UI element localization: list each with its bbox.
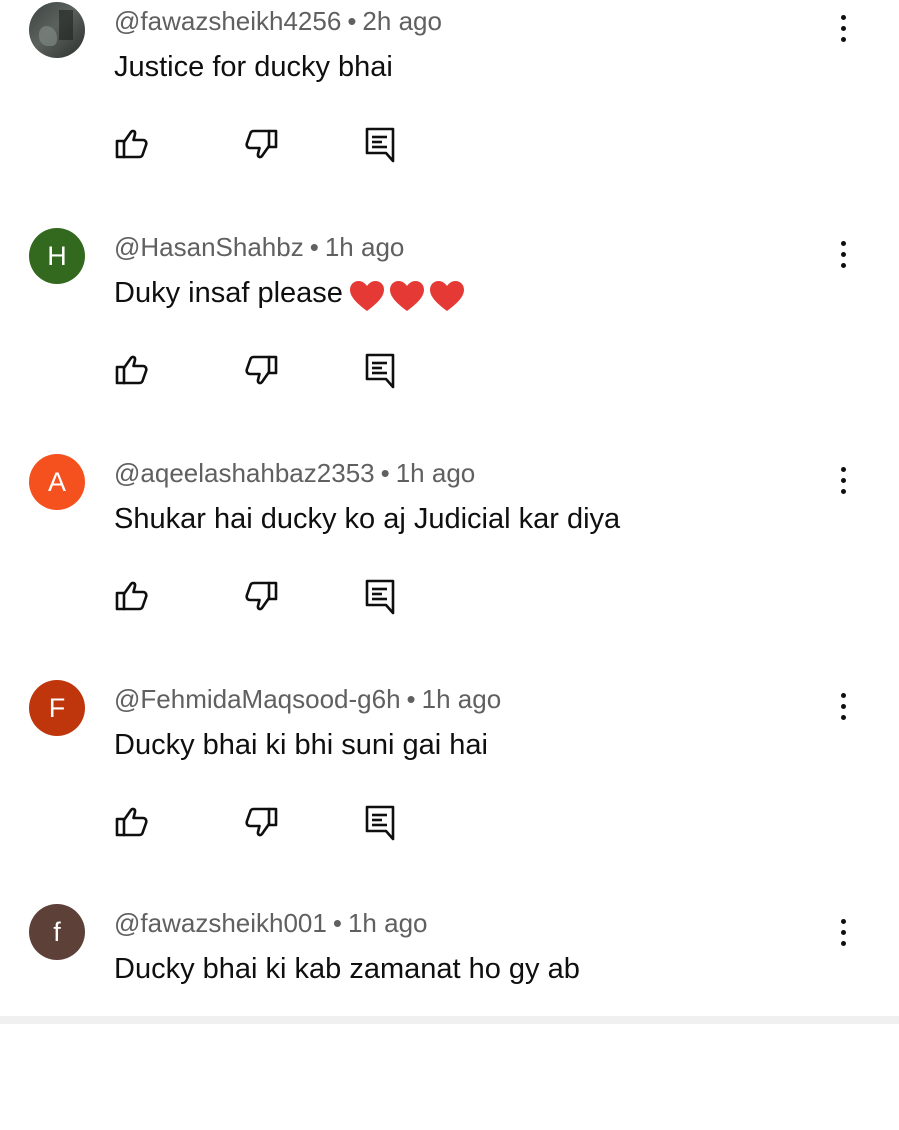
avatar[interactable] — [29, 2, 85, 58]
comment-meta: @FehmidaMaqsood-g6h • 1h ago — [114, 684, 501, 714]
reply-comment-icon[interactable] — [360, 802, 400, 842]
comment-item: F @FehmidaMaqsood-g6h • 1h ago Ducky bhai … — [0, 678, 899, 904]
meta-separator: • — [309, 232, 319, 262]
comment-meta: @aqeelashahbaz2353 • 1h ago — [114, 458, 475, 488]
thumbs-down-icon[interactable] — [242, 802, 282, 842]
comment-meta: @fawazsheikh4256 • 2h ago — [114, 6, 442, 36]
thumbs-down-icon[interactable] — [242, 350, 282, 390]
avatar[interactable]: f — [29, 904, 85, 960]
comment-author-handle[interactable]: @fawazsheikh001 — [114, 908, 327, 938]
reply-comment-icon[interactable] — [360, 124, 400, 164]
thumbs-up-icon[interactable] — [111, 124, 151, 164]
avatar-letter: f — [53, 916, 61, 947]
avatar-letter: H — [47, 240, 67, 271]
thumbs-up-icon[interactable] — [111, 576, 151, 616]
thumbs-down-icon[interactable] — [242, 124, 282, 164]
comment-text: Ducky bhai ki kab zamanat ho gy ab — [114, 953, 580, 985]
comment-author-handle[interactable]: @fawazsheikh4256 — [114, 6, 341, 36]
comment-meta: @fawazsheikh001 • 1h ago — [114, 908, 428, 938]
comment-meta: @HasanShahbz • 1h ago — [114, 232, 404, 262]
more-vertical-icon[interactable] — [826, 234, 860, 274]
thumbs-up-icon[interactable] — [111, 350, 151, 390]
avatar[interactable]: H — [29, 228, 85, 284]
heart-icon — [389, 280, 424, 311]
reply-comment-icon[interactable] — [360, 350, 400, 390]
more-vertical-icon[interactable] — [826, 460, 860, 500]
heart-icon — [349, 280, 384, 311]
comment-text: Duky insaf please — [114, 275, 469, 312]
comment-timestamp[interactable]: 1h ago — [422, 684, 502, 714]
meta-separator: • — [347, 6, 357, 36]
meta-separator: • — [406, 684, 416, 714]
avatar[interactable]: A — [29, 454, 85, 510]
comment-item: A @aqeelashahbaz2353 • 1h ago Shukar hai d… — [0, 452, 899, 678]
comment-timestamp[interactable]: 1h ago — [325, 232, 405, 262]
more-vertical-icon[interactable] — [826, 8, 860, 48]
thumbs-down-icon[interactable] — [242, 576, 282, 616]
heart-icon — [429, 280, 464, 311]
heart-emoji-group — [349, 276, 469, 312]
avatar-letter: F — [48, 692, 66, 723]
meta-separator: • — [380, 458, 390, 488]
comment-author-handle[interactable]: @aqeelashahbaz2353 — [114, 458, 375, 488]
comment-author-handle[interactable]: @FehmidaMaqsood-g6h — [114, 684, 401, 714]
comment-text-body: Duky insaf please — [114, 277, 343, 309]
avatar[interactable]: F — [29, 680, 85, 736]
comment-timestamp[interactable]: 2h ago — [362, 6, 442, 36]
reply-comment-icon[interactable] — [360, 576, 400, 616]
comment-text: Shukar hai ducky ko aj Judicial kar diya — [114, 503, 621, 535]
bottom-divider — [0, 1016, 899, 1024]
comment-text: Justice for ducky bhai — [114, 51, 393, 83]
comment-author-handle[interactable]: @HasanShahbz — [114, 232, 304, 262]
comment-timestamp[interactable]: 1h ago — [396, 458, 476, 488]
comment-item: @fawazsheikh4256 • 2h ago Justice for duck… — [0, 0, 899, 226]
more-vertical-icon[interactable] — [826, 912, 860, 952]
avatar-letter: A — [47, 466, 66, 497]
more-vertical-icon[interactable] — [826, 686, 860, 726]
comment-text: Ducky bhai ki bhi suni gai hai — [114, 729, 488, 761]
comment-item: H @HasanShahbz • 1h ago Duky insaf please — [0, 226, 899, 452]
comment-timestamp[interactable]: 1h ago — [348, 908, 428, 938]
thumbs-up-icon[interactable] — [111, 802, 151, 842]
meta-separator: • — [332, 908, 342, 938]
